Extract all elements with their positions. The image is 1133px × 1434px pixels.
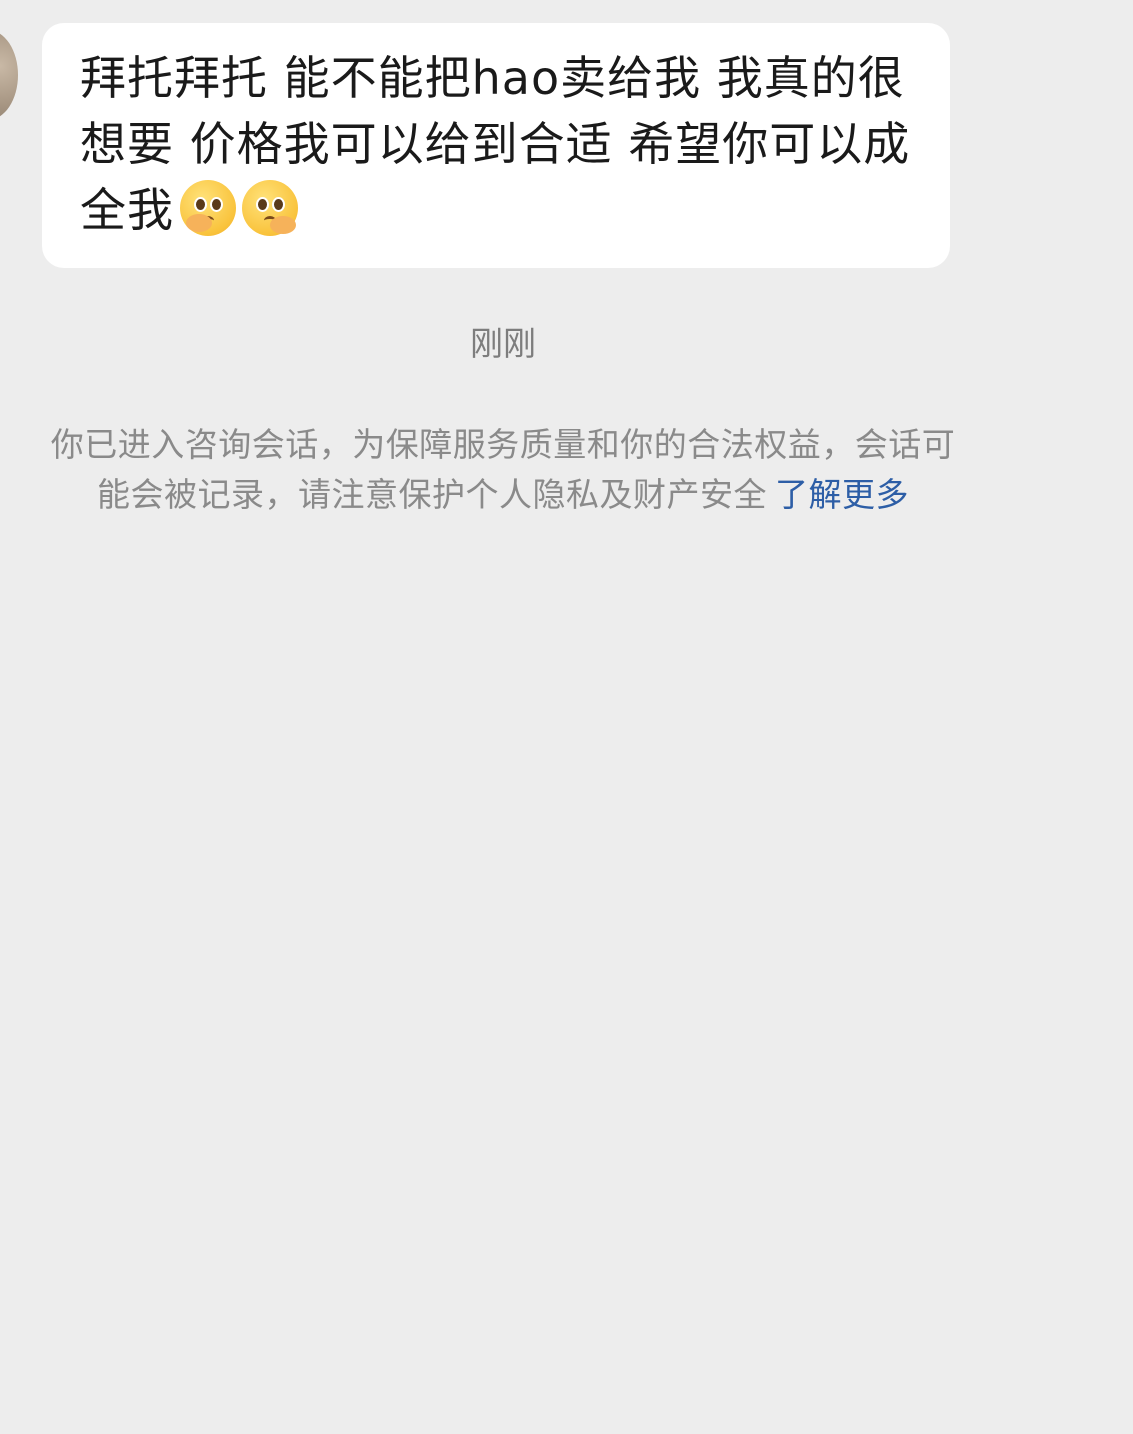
system-notice-line-1: 你已进入咨询会话，为保障服务质量和你的合法权益，会话可 bbox=[50, 425, 956, 464]
incoming-message-bubble[interactable]: 拜托拜托 能不能把hao卖给我 我真的很想要 价格我可以给到合适 希望你可以成全… bbox=[42, 23, 950, 268]
learn-more-link[interactable]: 了解更多 bbox=[775, 475, 909, 514]
sender-avatar[interactable] bbox=[0, 30, 18, 120]
pleading-hug-emoji-icon bbox=[242, 180, 298, 236]
system-notice-text: 能会被记录，请注意保护个人隐私及财产安全 bbox=[97, 475, 767, 514]
system-notice: 你已进入咨询会话，为保障服务质量和你的合法权益，会话可 能会被记录，请注意保护个… bbox=[0, 420, 1006, 520]
message-text-container: 拜托拜托 能不能把hao卖给我 我真的很想要 价格我可以给到合适 希望你可以成全… bbox=[80, 45, 920, 243]
message-timestamp: 刚刚 bbox=[470, 324, 536, 363]
pleading-hug-emoji-icon bbox=[180, 180, 236, 236]
system-notice-line-2: 能会被记录，请注意保护个人隐私及财产安全 了解更多 bbox=[0, 470, 1006, 520]
